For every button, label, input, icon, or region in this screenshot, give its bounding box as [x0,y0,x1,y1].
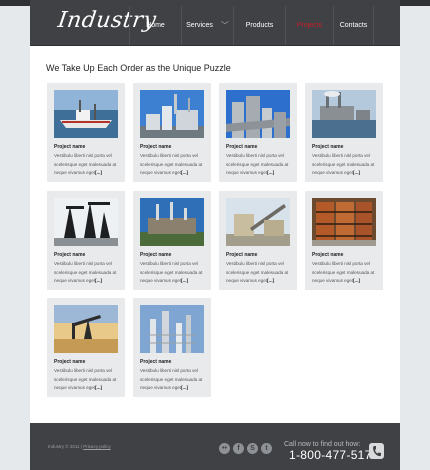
description-text: Vestibulu liberti nisl porta vel sceleri… [312,153,375,175]
project-description: Vestibulu liberti nisl porta vel sceleri… [54,367,120,393]
project-card[interactable]: Project name Vestibulu liberti nisl porta… [47,191,125,290]
description-text: Vestibulu liberti nisl porta vel sceleri… [140,261,203,283]
twitter-icon[interactable]: t [261,443,272,454]
project-image[interactable] [312,198,376,246]
description-text: Vestibulu liberti nisl porta vel sceleri… [226,153,289,175]
nav-item-products[interactable]: Products [233,6,285,45]
read-more-link[interactable]: [...] [181,385,188,390]
project-description: Vestibulu liberti nisl porta vel sceleri… [312,152,378,178]
project-name[interactable]: Project name [54,359,85,365]
nav-label: Contacts [339,22,368,29]
project-description: Vestibulu liberti nisl porta vel sceleri… [226,260,292,286]
project-card[interactable]: Project name Vestibulu liberti nisl porta… [305,191,383,290]
copyright: Industry © 2011 | Privacy policy [48,444,111,449]
nav-label: Services [186,22,213,29]
project-card[interactable]: Project name Vestibulu liberti nisl porta… [47,83,125,182]
nav-label: Projects [296,22,323,29]
project-name[interactable]: Project name [226,252,257,258]
project-image[interactable] [140,90,204,138]
project-name[interactable]: Project name [54,252,85,258]
main-nav: Home Services ﹀ Products Projects Contact… [129,6,374,45]
phone-icon [369,443,384,459]
privacy-policy-link[interactable]: Privacy policy [83,444,111,449]
project-name[interactable]: Project name [312,252,343,258]
facebook-icon[interactable]: f [233,443,244,454]
project-description: Vestibulu liberti nisl porta vel sceleri… [226,152,292,178]
project-description: Vestibulu liberti nisl porta vel sceleri… [54,152,120,178]
project-card[interactable]: Project name Vestibulu liberti nisl porta… [219,191,297,290]
copyright-text: Industry © 2011 | [48,444,82,449]
project-image[interactable] [140,198,204,246]
nav-label: Products [245,22,274,29]
project-name[interactable]: Project name [226,144,257,150]
call-text: Call now to find out how: [284,441,361,448]
nav-item-services[interactable]: Services ﹀ [181,6,233,45]
project-card[interactable]: Project name Vestibulu liberti nisl porta… [219,83,297,182]
read-more-link[interactable]: [...] [353,278,360,283]
chevron-down-icon: ﹀ [220,21,229,30]
skype-icon[interactable]: S [247,443,258,454]
page-title: We Take Up Each Order as the Unique Puzz… [46,63,231,73]
read-more-link[interactable]: [...] [267,278,274,283]
project-image[interactable] [54,198,118,246]
project-description: Vestibulu liberti nisl porta vel sceleri… [140,152,206,178]
read-more-link[interactable]: [...] [181,170,188,175]
description-text: Vestibulu liberti nisl porta vel sceleri… [226,261,289,283]
project-description: Vestibulu liberti nisl porta vel sceleri… [54,260,120,286]
project-card[interactable]: Project name Vestibulu liberti nisl porta… [305,83,383,182]
project-name[interactable]: Project name [312,144,343,150]
project-name[interactable]: Project name [54,144,85,150]
project-name[interactable]: Project name [140,359,171,365]
flickr-icon[interactable]: •• [219,443,230,454]
description-text: Vestibulu liberti nisl porta vel sceleri… [54,153,117,175]
project-image[interactable] [140,305,204,353]
project-image[interactable] [226,198,290,246]
project-image[interactable] [226,90,290,138]
description-text: Vestibulu liberti nisl porta vel sceleri… [140,368,203,390]
project-description: Vestibulu liberti nisl porta vel sceleri… [312,260,378,286]
project-image[interactable] [54,90,118,138]
description-text: Vestibulu liberti nisl porta vel sceleri… [54,368,117,390]
project-image[interactable] [54,305,118,353]
phone-number: 1-800-477-5175 [289,448,379,462]
description-text: Vestibulu liberti nisl porta vel sceleri… [312,261,375,283]
project-description: Vestibulu liberti nisl porta vel sceleri… [140,367,206,393]
read-more-link[interactable]: [...] [95,385,102,390]
read-more-link[interactable]: [...] [353,170,360,175]
read-more-link[interactable]: [...] [267,170,274,175]
project-card[interactable]: Project name Vestibulu liberti nisl porta… [133,298,211,397]
project-image[interactable] [312,90,376,138]
nav-item-projects[interactable]: Projects [285,6,333,45]
project-card[interactable]: Project name Vestibulu liberti nisl porta… [133,83,211,182]
read-more-link[interactable]: [...] [95,170,102,175]
description-text: Vestibulu liberti nisl porta vel sceleri… [54,261,117,283]
nav-item-contacts[interactable]: Contacts [333,6,374,45]
project-name[interactable]: Project name [140,144,171,150]
project-description: Vestibulu liberti nisl porta vel sceleri… [140,260,206,286]
project-card[interactable]: Project name Vestibulu liberti nisl porta… [47,298,125,397]
read-more-link[interactable]: [...] [181,278,188,283]
read-more-link[interactable]: [...] [95,278,102,283]
nav-item-home[interactable]: Home [129,6,181,45]
description-text: Vestibulu liberti nisl porta vel sceleri… [140,153,203,175]
project-name[interactable]: Project name [140,252,171,258]
nav-label: Home [146,22,165,29]
project-card[interactable]: Project name Vestibulu liberti nisl porta… [133,191,211,290]
